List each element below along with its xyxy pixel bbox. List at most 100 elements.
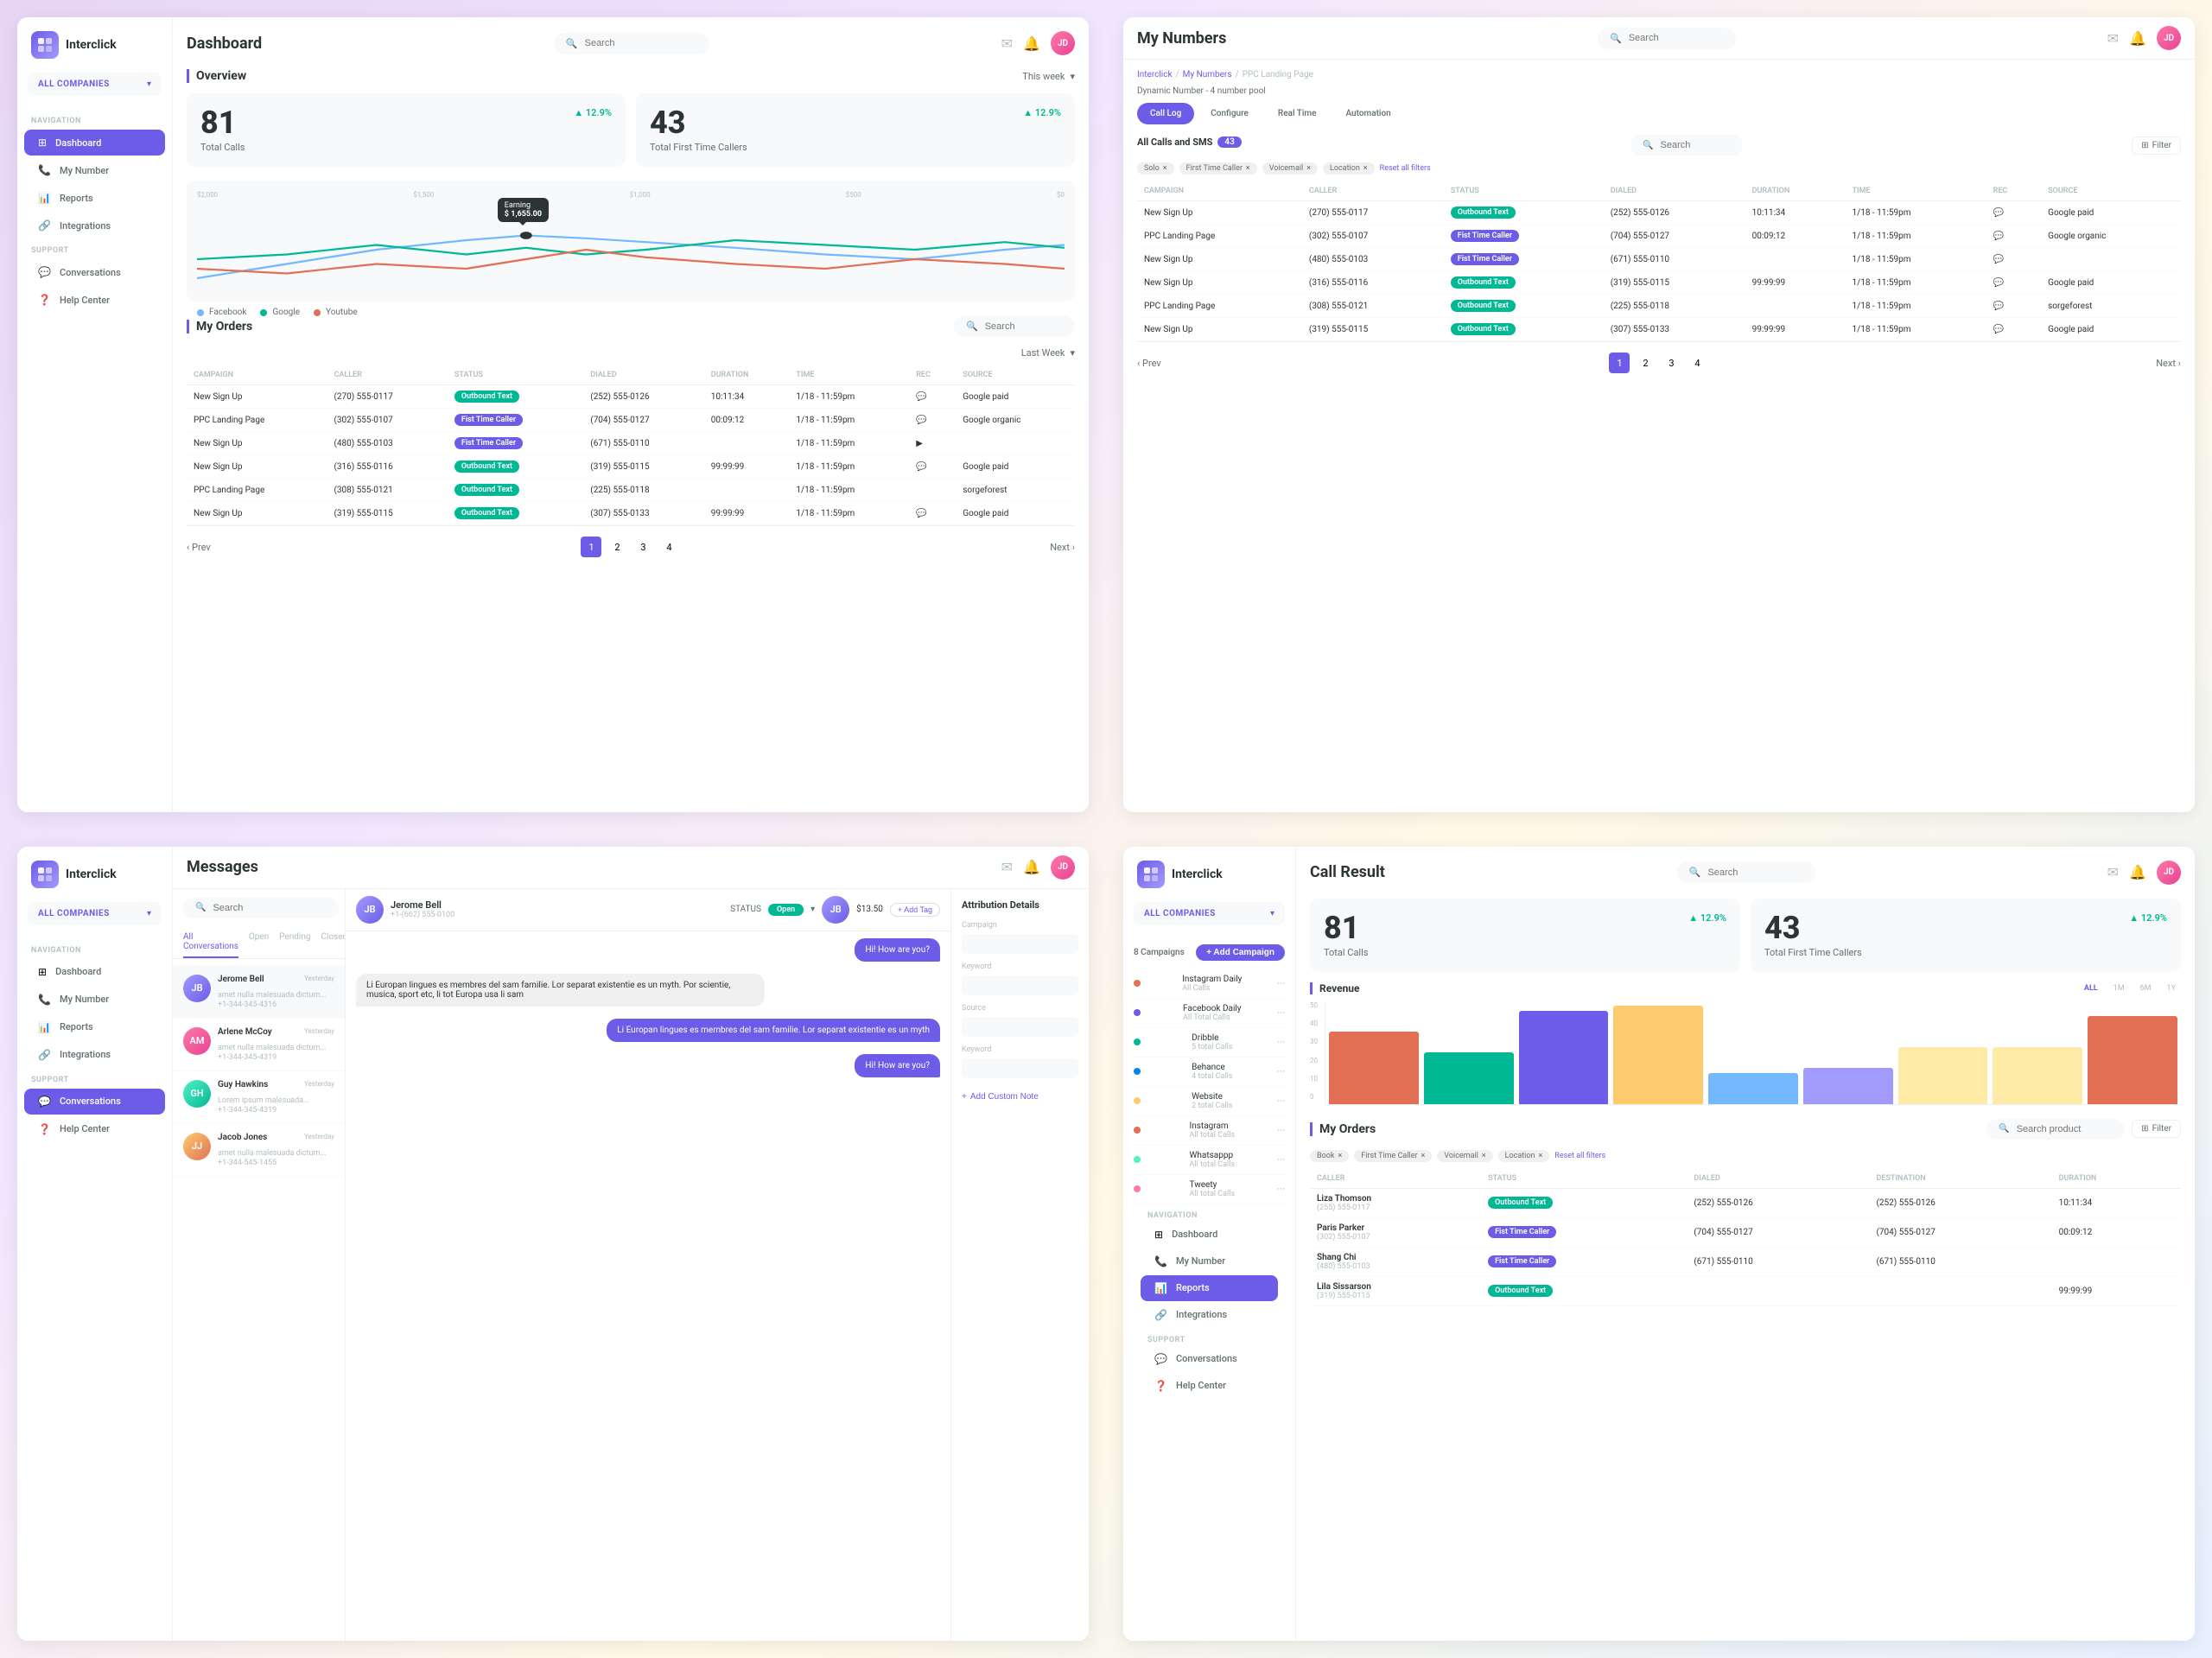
attr-source-input[interactable] <box>962 1017 1078 1037</box>
sidebar-item-dashboard[interactable]: ⊞ Dashboard <box>24 959 165 985</box>
search-input[interactable] <box>585 38 697 48</box>
menu-icon[interactable]: ··· <box>1277 977 1285 989</box>
tab-call-log[interactable]: Call Log <box>1137 103 1194 124</box>
tab-configure[interactable]: Configure <box>1198 103 1262 124</box>
table-row[interactable]: New Sign Up (316) 555-0116 Outbound Text… <box>1137 271 2181 295</box>
filter-button[interactable]: ⊞ Filter <box>2132 137 2181 155</box>
messages-search[interactable]: 🔍 <box>183 898 339 918</box>
message-item-jacob[interactable]: JJ Jacob Jones Yesterday amet nulla male… <box>173 1124 345 1177</box>
add-tag-button[interactable]: + Add Tag <box>890 903 940 917</box>
bell-icon[interactable]: 🔔 <box>1023 859 1040 875</box>
company-selector[interactable]: ALL COMPANIES ▾ <box>28 73 162 96</box>
table-row[interactable]: New Sign Up (319) 555-0115 Outbound Text… <box>1137 318 2181 341</box>
conv-tab-pending[interactable]: Pending <box>279 927 310 958</box>
my-numbers-search[interactable]: 🔍 <box>1598 28 1736 49</box>
tab-real-time[interactable]: Real Time <box>1265 103 1330 124</box>
orders-search[interactable]: 🔍 <box>954 315 1075 337</box>
compose-icon[interactable]: ✉ <box>2107 30 2119 47</box>
table-row[interactable]: PPC Landing Page (302) 555-0107 Fist Tim… <box>187 409 1075 432</box>
close-icon[interactable]: × <box>1421 1152 1426 1160</box>
add-campaign-button[interactable]: + Add Campaign <box>1196 944 1285 961</box>
filter-tag-voicemail[interactable]: Voicemail × <box>1262 162 1318 175</box>
orders-period[interactable]: Last Week ▾ <box>1021 347 1075 359</box>
campaign-item-instagram-daily[interactable]: Instagram Daily All Calls ··· <box>1134 969 1285 999</box>
table-row[interactable]: New Sign Up (319) 555-0115 Outbound Text… <box>187 502 1075 525</box>
sidebar-item-my-number[interactable]: 📞 My Number <box>1141 1248 1278 1274</box>
time-filter-6m[interactable]: 6M <box>2135 982 2157 994</box>
avatar[interactable]: JD <box>1051 31 1075 55</box>
close-icon[interactable]: × <box>1163 164 1167 173</box>
sidebar-item-reports[interactable]: 📊 Reports <box>24 1014 165 1040</box>
campaign-item-dribble[interactable]: Dribble 5 total Calls ··· <box>1134 1028 1285 1058</box>
filter-button[interactable]: ⊞ Filter <box>2132 1120 2181 1138</box>
sidebar-item-my-number[interactable]: 📞 My Number <box>24 987 165 1013</box>
campaign-item-facebook-daily[interactable]: Facebook Daily All Total Calls ··· <box>1134 999 1285 1028</box>
time-filter-all[interactable]: ALL <box>2079 982 2103 994</box>
page-3[interactable]: 3 <box>632 537 653 557</box>
conv-tab-open[interactable]: Open <box>249 927 269 958</box>
my-numbers-search-input[interactable] <box>1629 33 1724 43</box>
add-custom-note-button[interactable]: + Add Custom Note <box>962 1087 1039 1107</box>
table-row[interactable]: Lila Sissarson (319) 555-0115 Outbound T… <box>1310 1276 2181 1305</box>
avatar[interactable]: JD <box>1051 855 1075 880</box>
reset-filters[interactable]: Reset all filters <box>1380 164 1431 173</box>
menu-icon[interactable]: ··· <box>1277 1007 1285 1019</box>
page-1[interactable]: 1 <box>1609 353 1630 373</box>
menu-icon[interactable]: ··· <box>1277 1153 1285 1166</box>
close-icon[interactable]: × <box>1363 164 1368 173</box>
page-2[interactable]: 2 <box>1635 353 1656 373</box>
table-row[interactable]: New Sign Up (480) 555-0103 Fist Time Cal… <box>1137 248 2181 271</box>
call-result-search-input[interactable] <box>1707 867 1802 878</box>
tab-automation[interactable]: Automation <box>1332 103 1403 124</box>
table-search-input[interactable] <box>1661 140 1732 150</box>
filter-tag-firsttime[interactable]: First Time Caller × <box>1179 162 1257 175</box>
page-4[interactable]: 4 <box>1687 353 1707 373</box>
prev-button[interactable]: ‹ Prev <box>1137 358 1161 369</box>
menu-icon[interactable]: ··· <box>1277 1183 1285 1195</box>
table-row[interactable]: New Sign Up (270) 555-0117 Outbound Text… <box>187 385 1075 409</box>
close-icon[interactable]: × <box>1338 1152 1342 1160</box>
menu-icon[interactable]: ··· <box>1277 1036 1285 1048</box>
table-row[interactable]: PPC Landing Page (308) 555-0121 Outbound… <box>1137 295 2181 318</box>
message-item-arlene[interactable]: AM Arlene McCoy Yesterday amet nulla mal… <box>173 1019 345 1071</box>
table-row[interactable]: Liza Thomson (255) 555-0117 Outbound Tex… <box>1310 1188 2181 1217</box>
reset-filters[interactable]: Reset all filters <box>1554 1152 1605 1160</box>
campaign-item-instagram[interactable]: Instagram All total Calls ··· <box>1134 1116 1285 1146</box>
page-4[interactable]: 4 <box>658 537 679 557</box>
company-selector[interactable]: ALL COMPANIES ▾ <box>1134 902 1285 925</box>
sidebar-item-conversations[interactable]: 💬 Conversations <box>24 259 165 285</box>
compose-icon[interactable]: ✉ <box>2107 864 2119 880</box>
avatar[interactable]: JD <box>2157 26 2181 50</box>
close-icon[interactable]: × <box>1482 1152 1486 1160</box>
table-row[interactable]: New Sign Up (316) 555-0116 Outbound Text… <box>187 455 1075 479</box>
sidebar-item-conversations[interactable]: 💬 Conversations <box>1141 1346 1278 1372</box>
sidebar-item-integrations[interactable]: 🔗 Integrations <box>1141 1302 1278 1328</box>
next-button[interactable]: Next › <box>1050 542 1075 553</box>
bell-icon[interactable]: 🔔 <box>2129 864 2146 880</box>
table-search[interactable]: 🔍 <box>1630 135 1743 156</box>
orders-search-input[interactable] <box>2017 1124 2113 1134</box>
period-selector[interactable]: This week ▾ <box>1022 71 1075 82</box>
campaign-item-tweety[interactable]: Tweety All total Calls ··· <box>1134 1175 1285 1204</box>
breadcrumb-interclick[interactable]: Interclick <box>1137 70 1173 79</box>
sidebar-item-dashboard[interactable]: ⊞ Dashboard <box>1141 1222 1278 1248</box>
sidebar-item-dashboard[interactable]: ⊞ Dashboard <box>24 130 165 156</box>
table-row[interactable]: PPC Landing Page (308) 555-0121 Outbound… <box>187 479 1075 502</box>
campaign-item-behance[interactable]: Behance 4 total Calls ··· <box>1134 1058 1285 1087</box>
attr-keyword-input[interactable] <box>962 975 1078 995</box>
sidebar-item-reports[interactable]: 📊 Reports <box>1141 1275 1278 1301</box>
sidebar-item-integrations[interactable]: 🔗 Integrations <box>24 1042 165 1068</box>
breadcrumb-my-numbers[interactable]: My Numbers <box>1183 70 1232 79</box>
message-item-guy[interactable]: GH Guy Hawkins Yesterday Lorem ipsum mal… <box>173 1071 345 1124</box>
page-2[interactable]: 2 <box>607 537 627 557</box>
compose-icon[interactable]: ✉ <box>1001 35 1013 52</box>
sidebar-item-my-number[interactable]: 📞 My Number <box>24 157 165 183</box>
orders-search[interactable]: 🔍 <box>1986 1119 2125 1140</box>
filter-tag-book[interactable]: Book × <box>1310 1150 1349 1162</box>
sidebar-item-help-center[interactable]: ❓ Help Center <box>1141 1373 1278 1399</box>
table-row[interactable]: PPC Landing Page (302) 555-0107 Fist Tim… <box>1137 225 2181 248</box>
filter-tag-location[interactable]: Location × <box>1498 1150 1550 1162</box>
filter-tag-solo[interactable]: Solo × <box>1137 162 1174 175</box>
company-selector[interactable]: ALL COMPANIES ▾ <box>28 902 162 925</box>
close-icon[interactable]: × <box>1538 1152 1542 1160</box>
